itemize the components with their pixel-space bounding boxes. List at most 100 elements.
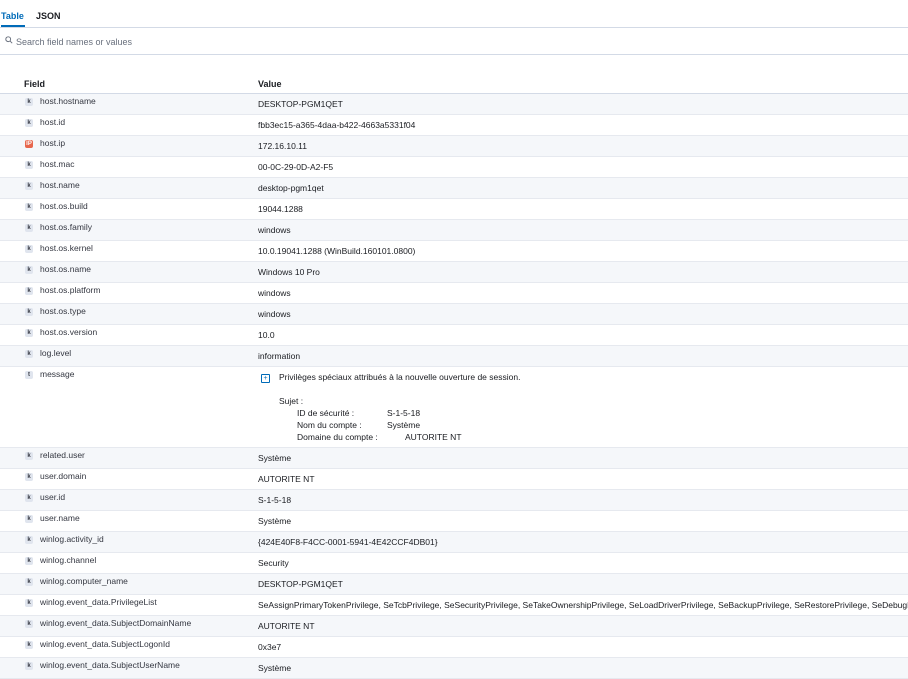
field-value: DESKTOP-PGM1QET xyxy=(258,579,343,589)
keyword-type-icon: k xyxy=(25,287,33,295)
field-name: host.mac xyxy=(40,159,75,169)
table-header: Field Value xyxy=(0,79,908,94)
field-name: host.os.platform xyxy=(40,285,101,295)
keyword-type-icon: k xyxy=(25,308,33,316)
table-row[interactable]: k winlog.event_data.SubjectUserName Systèm… xyxy=(0,658,908,679)
field-name: host.os.family xyxy=(40,222,92,232)
field-value: windows xyxy=(258,309,291,319)
table-row[interactable]: k host.os.version 10.0 xyxy=(0,325,908,346)
field-table: k host.hostname DESKTOP-PGM1QET k host.id fbb… xyxy=(0,94,908,679)
keyword-type-icon: k xyxy=(25,641,33,649)
table-row[interactable]: IP host.ip 172.16.10.11 xyxy=(0,136,908,157)
table-row[interactable]: k host.hostname DESKTOP-PGM1QET xyxy=(0,94,908,115)
message-entry-label: Nom du compte : xyxy=(297,420,362,430)
field-value: fbb3ec15-a365-4daa-b422-4663a5331f04 xyxy=(258,120,416,130)
table-row[interactable]: k host.os.build 19044.1288 xyxy=(0,199,908,220)
field-name: host.ip xyxy=(40,138,66,148)
field-value: 10.0.19041.1288 (WinBuild.160101.0800) xyxy=(258,246,416,256)
table-row[interactable]: k winlog.event_data.SubjectDomainName AUTO… xyxy=(0,616,908,637)
table-row[interactable]: k user.domain AUTORITE NT xyxy=(0,469,908,490)
field-column-header[interactable]: Field xyxy=(24,79,45,89)
field-value: 00-0C-29-0D-A2-F5 xyxy=(258,162,334,172)
keyword-type-icon: k xyxy=(25,473,33,481)
field-name: winlog.computer_name xyxy=(40,576,128,586)
table-row[interactable]: k user.name Système xyxy=(0,511,908,532)
field-name: winlog.activity_id xyxy=(40,534,104,544)
field-name: host.hostname xyxy=(40,96,96,106)
keyword-type-icon: k xyxy=(25,161,33,169)
table-row[interactable]: k winlog.event_data.PrivilegeList SeAssign… xyxy=(0,595,908,616)
field-value: {424E40F8-F4CC-0001-5941-4E42CCF4DB01} xyxy=(258,537,438,547)
field-name: user.domain xyxy=(40,471,87,481)
text-type-icon: t xyxy=(25,371,33,379)
field-value: windows xyxy=(258,225,291,235)
table-row[interactable]: k host.mac 00-0C-29-0D-A2-F5 xyxy=(0,157,908,178)
table-row[interactable]: k host.os.family windows xyxy=(0,220,908,241)
field-name: winlog.event_data.SubjectUserName xyxy=(40,660,180,670)
tab-bar: Table JSON xyxy=(0,0,908,28)
message-entry-value: Système xyxy=(387,420,421,430)
table-row[interactable]: k host.os.platform windows xyxy=(0,283,908,304)
field-value: Système xyxy=(258,516,292,526)
keyword-type-icon: k xyxy=(25,224,33,232)
field-value: information xyxy=(258,351,301,361)
keyword-type-icon: k xyxy=(25,452,33,460)
table-row-message[interactable]: t message + Privilèges spéciaux attribués à… xyxy=(0,367,908,448)
keyword-type-icon: k xyxy=(25,245,33,253)
field-value: AUTORITE NT xyxy=(258,621,315,631)
keyword-type-icon: k xyxy=(25,494,33,502)
keyword-type-icon: k xyxy=(25,536,33,544)
table-row[interactable]: k host.id fbb3ec15-a365-4daa-b422-4663a533… xyxy=(0,115,908,136)
keyword-type-icon: k xyxy=(25,119,33,127)
table-row[interactable]: k host.os.name Windows 10 Pro xyxy=(0,262,908,283)
table-row[interactable]: k winlog.channel Security xyxy=(0,553,908,574)
table-row[interactable]: k host.os.type windows xyxy=(0,304,908,325)
keyword-type-icon: k xyxy=(25,350,33,358)
field-name: winlog.channel xyxy=(40,555,97,565)
field-value: SeAssignPrimaryTokenPrivilege, SeTcbPriv… xyxy=(258,600,908,610)
field-value: 0x3e7 xyxy=(258,642,282,652)
field-value: windows xyxy=(258,288,291,298)
table-row[interactable]: k winlog.activity_id {424E40F8-F4CC-0001-5… xyxy=(0,532,908,553)
table-row[interactable]: k log.level information xyxy=(0,346,908,367)
keyword-type-icon: k xyxy=(25,578,33,586)
keyword-type-icon: k xyxy=(25,662,33,670)
search-bar xyxy=(0,28,908,55)
keyword-type-icon: k xyxy=(25,557,33,565)
table-row[interactable]: k winlog.computer_name DESKTOP-PGM1QET xyxy=(0,574,908,595)
search-input[interactable] xyxy=(16,35,896,48)
field-value: Windows 10 Pro xyxy=(258,267,320,277)
field-name: host.os.build xyxy=(40,201,88,211)
keyword-type-icon: k xyxy=(25,266,33,274)
field-value: Security xyxy=(258,558,289,568)
field-name: user.id xyxy=(40,492,66,502)
message-entry-label: Domaine du compte : xyxy=(297,432,378,442)
table-row[interactable]: k host.os.kernel 10.0.19041.1288 (WinBuild… xyxy=(0,241,908,262)
field-value: Système xyxy=(258,663,292,673)
table-row[interactable]: k related.user Système xyxy=(0,448,908,469)
message-subject-label: Sujet : xyxy=(279,396,304,406)
value-column-header[interactable]: Value xyxy=(258,79,282,89)
field-value: DESKTOP-PGM1QET xyxy=(258,99,343,109)
field-name: host.os.name xyxy=(40,264,92,274)
expand-icon[interactable]: + xyxy=(261,374,270,383)
field-value: AUTORITE NT xyxy=(258,474,315,484)
search-icon xyxy=(5,36,13,44)
tab-table[interactable]: Table xyxy=(1,11,24,21)
keyword-type-icon: k xyxy=(25,203,33,211)
tab-json[interactable]: JSON xyxy=(36,11,61,21)
table-row[interactable]: k winlog.event_data.SubjectLogonId 0x3e7 xyxy=(0,637,908,658)
field-name: host.id xyxy=(40,117,66,127)
field-name: winlog.event_data.SubjectLogonId xyxy=(40,639,170,649)
keyword-type-icon: k xyxy=(25,98,33,106)
field-value: Système xyxy=(258,453,292,463)
field-value: 172.16.10.11 xyxy=(258,141,307,151)
keyword-type-icon: k xyxy=(25,515,33,523)
field-name: log.level xyxy=(40,348,72,358)
message-line: Privilèges spéciaux attribués à la nouve… xyxy=(279,372,521,382)
field-value: 10.0 xyxy=(258,330,275,340)
table-row[interactable]: k host.name desktop-pgm1qet xyxy=(0,178,908,199)
table-row[interactable]: k user.id S-1-5-18 xyxy=(0,490,908,511)
field-name: winlog.event_data.SubjectDomainName xyxy=(40,618,192,628)
message-entry-label: ID de sécurité : xyxy=(297,408,355,418)
